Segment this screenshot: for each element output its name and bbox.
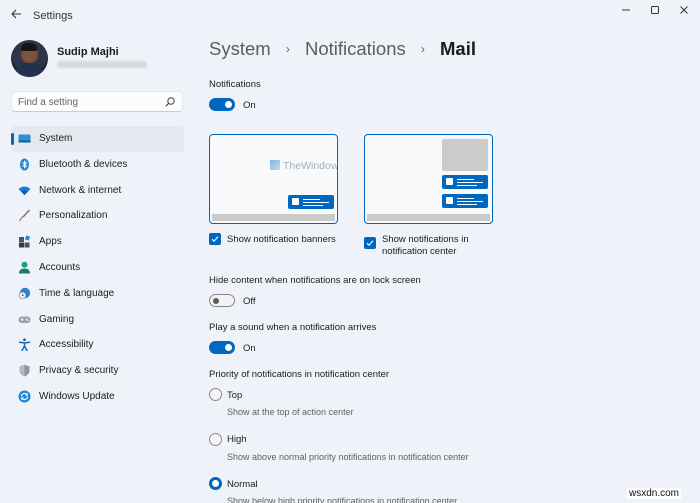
play-sound-label: Play a sound when a notification arrives: [209, 322, 377, 333]
priority-normal-label: Normal: [227, 479, 258, 490]
breadcrumb-separator: ›: [285, 42, 290, 57]
sidebar-item-label: System: [39, 133, 73, 144]
notifications-toggle[interactable]: [209, 98, 235, 111]
maximize-icon: [651, 6, 659, 14]
sidebar-item-label: Network & internet: [39, 184, 122, 196]
toast-illustration: [288, 195, 334, 209]
notifications-state: On: [243, 100, 256, 111]
banner-preview-image: TheWindowsClub: [209, 134, 338, 224]
priority-label: Priority of notifications in notificatio…: [209, 369, 390, 380]
sidebar-item-label: Time & language: [39, 287, 115, 299]
wifi-icon: [18, 186, 31, 195]
sidebar-item-label: Accounts: [39, 261, 81, 273]
person-icon: [19, 261, 30, 274]
notification-center-preview-image: [364, 134, 493, 224]
taskbar-illustration: [367, 214, 490, 221]
sidebar-item-label: Accessibility: [39, 339, 94, 351]
show-banners-checkbox[interactable]: [209, 233, 221, 245]
globe-clock-icon: [18, 287, 31, 300]
maximize-button[interactable]: [641, 4, 669, 20]
page-title: Mail: [440, 38, 476, 60]
sidebar-item-label: Gaming: [39, 313, 75, 325]
sidebar-item-gaming[interactable]: Gaming: [11, 307, 184, 333]
back-button[interactable]: [8, 8, 24, 24]
accessibility-icon: [18, 338, 31, 352]
gamepad-icon: [18, 316, 31, 323]
priority-normal-description: Show below high priority notifications i…: [227, 496, 458, 503]
title-bar: Settings: [0, 0, 700, 32]
user-name: Sudip Majhi: [57, 46, 119, 58]
center-panel-illustration: [442, 139, 488, 171]
sidebar-item-label: Windows Update: [39, 390, 115, 402]
sidebar-item-accessibility[interactable]: Accessibility: [11, 332, 184, 358]
show-in-center-checkbox[interactable]: [364, 237, 376, 249]
show-in-center-label: Show notifications in notification cente…: [382, 234, 469, 257]
show-banners-label: Show notification banners: [227, 234, 336, 245]
sidebar-item-accounts[interactable]: Accounts: [11, 255, 184, 281]
close-button[interactable]: [670, 4, 698, 20]
breadcrumb-system[interactable]: System: [209, 38, 271, 60]
shield-icon: [19, 364, 30, 377]
hide-content-state: Off: [243, 296, 256, 307]
breadcrumb-notifications[interactable]: Notifications: [305, 38, 406, 60]
update-icon: [18, 390, 31, 403]
priority-high-radio[interactable]: [209, 433, 222, 446]
active-indicator: [11, 133, 14, 145]
checkmark-icon: [211, 236, 219, 242]
user-email-blurred: [57, 61, 147, 68]
back-arrow-icon: [11, 9, 21, 19]
sidebar-item-bluetooth[interactable]: Bluetooth & devices: [11, 152, 184, 178]
sidebar-item-apps[interactable]: Apps: [11, 229, 184, 255]
watermark: TheWindowsClub: [270, 160, 337, 172]
checkmark-icon: [366, 240, 374, 246]
apps-icon: [19, 235, 31, 248]
sidebar-item-label: Personalization: [39, 210, 108, 222]
priority-high-description: Show above normal priority notifications…: [227, 452, 469, 462]
watermark-logo-icon: [270, 160, 280, 170]
priority-top-label: Top: [227, 390, 243, 401]
search-box[interactable]: [11, 91, 183, 112]
system-icon: [18, 134, 31, 143]
brush-icon: [19, 209, 31, 222]
avatar: [11, 40, 48, 77]
breadcrumb: System › Notifications › Mail: [209, 37, 476, 60]
search-input[interactable]: [18, 95, 158, 109]
toast-illustration: [442, 175, 488, 189]
priority-normal-radio[interactable]: [209, 477, 222, 490]
taskbar-illustration: [212, 214, 335, 221]
notifications-label: Notifications: [209, 79, 261, 90]
sidebar-item-system[interactable]: System: [11, 126, 184, 152]
minimize-button[interactable]: [612, 4, 640, 20]
app-title: Settings: [33, 10, 73, 22]
close-icon: [680, 6, 688, 14]
sidebar-item-time-language[interactable]: Time & language: [11, 281, 184, 307]
priority-top-description: Show at the top of action center: [227, 407, 354, 417]
sidebar-item-label: Privacy & security: [39, 365, 119, 377]
hide-content-label: Hide content when notifications are on l…: [209, 275, 421, 286]
user-profile[interactable]: Sudip Majhi: [11, 40, 191, 80]
site-watermark: wsxdn.com: [627, 488, 682, 499]
breadcrumb-separator: ›: [420, 42, 425, 57]
sidebar-item-label: Apps: [39, 236, 62, 248]
sidebar-item-label: Bluetooth & devices: [39, 158, 128, 170]
sidebar-item-personalization[interactable]: Personalization: [11, 203, 184, 229]
sidebar-item-windows-update[interactable]: Windows Update: [11, 384, 184, 410]
sidebar-item-network[interactable]: Network & internet: [11, 178, 184, 204]
priority-top-radio[interactable]: [209, 388, 222, 401]
bluetooth-icon: [20, 158, 29, 171]
search-icon[interactable]: [164, 96, 176, 108]
minimize-icon: [622, 9, 630, 11]
hide-content-toggle[interactable]: [209, 294, 235, 307]
play-sound-toggle[interactable]: [209, 341, 235, 354]
sidebar-item-privacy-security[interactable]: Privacy & security: [11, 358, 184, 384]
toast-illustration: [442, 194, 488, 208]
play-sound-state: On: [243, 343, 256, 354]
sidebar-nav: System Bluetooth & devices Network & int…: [11, 126, 184, 410]
priority-high-label: High: [227, 434, 247, 445]
